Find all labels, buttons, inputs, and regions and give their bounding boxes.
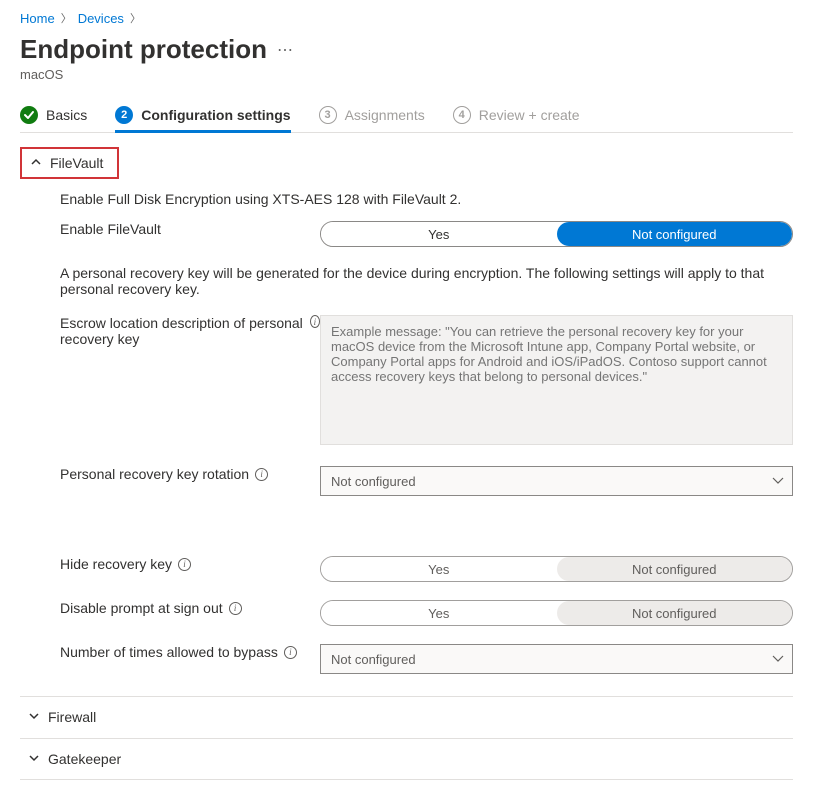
rotation-select[interactable]: Not configured — [320, 466, 793, 496]
escrow-description-input[interactable] — [320, 315, 793, 445]
breadcrumb-devices[interactable]: Devices — [78, 11, 124, 26]
page-title: Endpoint protection — [20, 34, 267, 65]
step-basics[interactable]: Basics — [20, 106, 87, 132]
step-assignments[interactable]: 3 Assignments — [319, 106, 425, 132]
disable-prompt-toggle[interactable]: Yes Not configured — [320, 600, 793, 626]
hide-recovery-yes[interactable]: Yes — [321, 557, 557, 581]
expander-title: Gatekeeper — [48, 751, 121, 767]
expander-title: Firewall — [48, 709, 96, 725]
step-configuration-settings[interactable]: 2 Configuration settings — [115, 106, 290, 133]
disable-prompt-yes[interactable]: Yes — [321, 601, 557, 625]
expander-firewall[interactable]: Firewall — [20, 696, 793, 738]
chevron-down-icon — [28, 710, 40, 725]
expander-gatekeeper[interactable]: Gatekeeper — [20, 738, 793, 780]
hide-recovery-label: Hide recovery key — [60, 556, 172, 572]
disable-prompt-not-configured[interactable]: Not configured — [557, 601, 793, 625]
disable-prompt-label: Disable prompt at sign out — [60, 600, 223, 616]
bypass-label: Number of times allowed to bypass — [60, 644, 278, 660]
info-icon[interactable]: i — [310, 315, 320, 328]
chevron-right-icon: 〉 — [61, 10, 72, 26]
enable-filevault-yes[interactable]: Yes — [321, 222, 557, 246]
enable-filevault-not-configured[interactable]: Not configured — [557, 222, 793, 246]
info-icon[interactable]: i — [284, 646, 297, 659]
hide-recovery-not-configured[interactable]: Not configured — [557, 557, 793, 581]
filevault-body: Enable Full Disk Encryption using XTS-AE… — [20, 179, 793, 696]
info-icon[interactable]: i — [255, 468, 268, 481]
filevault-description: Enable Full Disk Encryption using XTS-AE… — [60, 191, 793, 207]
step-label: Review + create — [479, 107, 580, 123]
step-label: Basics — [46, 107, 87, 123]
step-label: Configuration settings — [141, 107, 290, 123]
info-icon[interactable]: i — [229, 602, 242, 615]
breadcrumb: Home 〉 Devices 〉 — [20, 10, 793, 26]
chevron-up-icon — [30, 156, 42, 171]
breadcrumb-home[interactable]: Home — [20, 11, 55, 26]
step-number-icon: 3 — [319, 106, 337, 124]
check-icon — [20, 106, 38, 124]
recovery-key-help: A personal recovery key will be generate… — [60, 265, 780, 297]
chevron-right-icon: 〉 — [130, 10, 141, 26]
bypass-select[interactable]: Not configured — [320, 644, 793, 674]
expander-filevault[interactable]: FileVault — [20, 147, 119, 179]
page-subtitle: macOS — [20, 67, 793, 82]
step-number-icon: 4 — [453, 106, 471, 124]
info-icon[interactable]: i — [178, 558, 191, 571]
enable-filevault-toggle[interactable]: Yes Not configured — [320, 221, 793, 247]
hide-recovery-toggle[interactable]: Yes Not configured — [320, 556, 793, 582]
more-actions-icon[interactable]: ⋯ — [277, 40, 295, 60]
expander-title: FileVault — [50, 155, 103, 171]
step-review-create[interactable]: 4 Review + create — [453, 106, 580, 132]
step-number-icon: 2 — [115, 106, 133, 124]
escrow-description-label: Escrow location description of personal … — [60, 315, 304, 347]
enable-filevault-label: Enable FileVault — [60, 221, 161, 237]
rotation-label: Personal recovery key rotation — [60, 466, 249, 482]
chevron-down-icon — [28, 752, 40, 767]
step-label: Assignments — [345, 107, 425, 123]
wizard-steps: Basics 2 Configuration settings 3 Assign… — [20, 106, 793, 133]
